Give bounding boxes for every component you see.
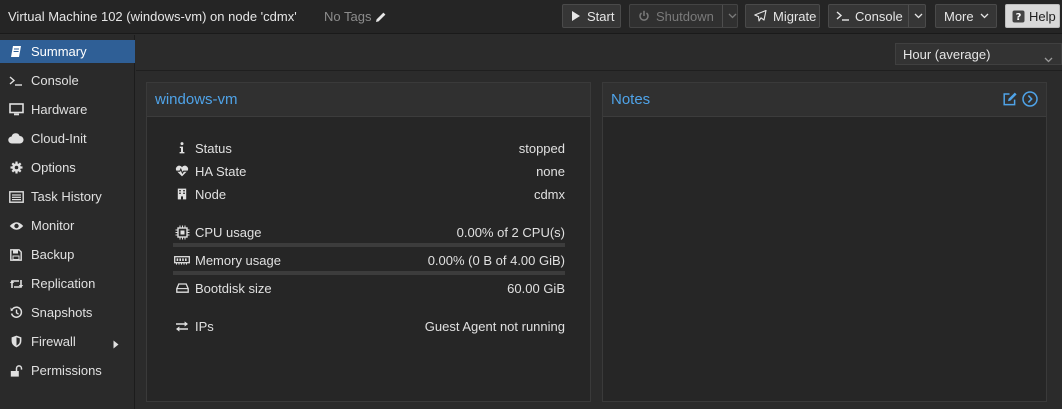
cpu-usage-bar xyxy=(173,243,565,247)
start-button[interactable]: Start xyxy=(562,4,621,28)
eye-icon xyxy=(8,221,24,231)
chevron-down-icon xyxy=(728,13,737,19)
console-menu-trigger[interactable] xyxy=(907,5,928,27)
panel-title: Notes xyxy=(611,91,651,108)
shield-icon xyxy=(8,335,24,348)
panel-title: windows-vm xyxy=(155,91,238,108)
sidebar-item-backup[interactable]: Backup xyxy=(0,243,135,266)
chevron-down-icon xyxy=(980,13,989,19)
node-value: cdmx xyxy=(533,186,565,202)
tags-label: No Tags xyxy=(324,9,372,24)
floppy-icon xyxy=(8,248,24,261)
tags-editor[interactable]: No Tags xyxy=(324,9,387,24)
sidebar-item-monitor[interactable]: Monitor xyxy=(0,214,135,237)
vm-title: Virtual Machine 102 (windows-vm) on node… xyxy=(8,9,297,24)
chevron-down-icon xyxy=(1044,51,1053,66)
bootdisk-value: 60.00 GiB xyxy=(507,280,565,296)
unlock-icon xyxy=(8,364,24,377)
sidebar-item-replication[interactable]: Replication xyxy=(0,272,135,295)
heartbeat-icon xyxy=(173,165,191,177)
timeframe-select[interactable]: Hour (average) xyxy=(895,43,1062,65)
collapse-toggle-icon[interactable] xyxy=(1022,91,1038,111)
building-icon xyxy=(173,188,191,200)
shutdown-button[interactable]: Shutdown xyxy=(629,4,738,28)
memory-icon xyxy=(173,255,191,265)
sidebar-item-summary[interactable]: Summary xyxy=(0,40,135,63)
help-button[interactable]: ? Help xyxy=(1005,4,1060,28)
migrate-button[interactable]: Migrate xyxy=(745,4,820,28)
sidebar-item-permissions[interactable]: Permissions xyxy=(0,359,135,382)
notes-panel: Notes xyxy=(602,82,1047,402)
terminal-icon xyxy=(836,11,850,21)
sidebar-item-cloud-init[interactable]: Cloud-Init xyxy=(0,127,135,150)
monitor-icon xyxy=(8,103,24,116)
book-icon xyxy=(8,45,24,58)
top-bar: Virtual Machine 102 (windows-vm) on node… xyxy=(0,0,1062,34)
chevron-down-icon xyxy=(914,13,923,19)
bootdisk-row: Bootdisk size 60.00 GiB xyxy=(173,279,565,297)
gear-icon xyxy=(8,161,24,174)
status-panel: windows-vm Status stopped HA State none … xyxy=(146,82,591,402)
cpu-usage-row: CPU usage 0.00% of 2 CPU(s) xyxy=(173,223,565,241)
notes-body[interactable] xyxy=(603,117,1046,401)
status-panel-header: windows-vm xyxy=(147,83,590,117)
more-button[interactable]: More xyxy=(935,4,997,28)
notes-panel-header: Notes xyxy=(603,83,1046,117)
paper-plane-icon xyxy=(754,10,767,22)
retweet-icon xyxy=(8,278,24,290)
sidebar: Summary Console Hardware Cloud-Init Opti… xyxy=(0,35,135,409)
status-value: stopped xyxy=(518,140,565,156)
sidebar-item-console[interactable]: Console xyxy=(0,69,135,92)
history-icon xyxy=(8,306,24,319)
pencil-icon[interactable] xyxy=(375,11,387,23)
memory-usage-value: 0.00% (0 B of 4.00 GiB) xyxy=(427,252,565,268)
play-icon xyxy=(571,10,581,22)
sidebar-item-options[interactable]: Options xyxy=(0,156,135,179)
sidebar-item-task-history[interactable]: Task History xyxy=(0,185,135,208)
exchange-icon xyxy=(173,320,191,332)
sidebar-item-hardware[interactable]: Hardware xyxy=(0,98,135,121)
terminal-icon xyxy=(8,75,24,86)
ips-value: Guest Agent not running xyxy=(424,318,565,334)
microchip-icon xyxy=(173,225,191,240)
question-icon: ? xyxy=(1012,10,1025,23)
status-row: Status stopped xyxy=(173,139,565,157)
sidebar-item-firewall[interactable]: Firewall xyxy=(0,330,135,353)
console-button[interactable]: Console xyxy=(828,4,926,28)
memory-usage-bar xyxy=(173,271,565,275)
cpu-usage-value: 0.00% of 2 CPU(s) xyxy=(456,224,565,240)
power-off-icon xyxy=(638,10,650,22)
edit-icon[interactable] xyxy=(1003,92,1018,110)
ha-state-value: none xyxy=(536,163,565,179)
ips-row: IPs Guest Agent not running xyxy=(173,317,565,335)
svg-text:?: ? xyxy=(1016,12,1022,23)
hdd-icon xyxy=(173,283,191,293)
node-row: Node cdmx xyxy=(173,185,565,203)
ha-state-row: HA State none xyxy=(173,162,565,180)
sidebar-item-snapshots[interactable]: Snapshots xyxy=(0,301,135,324)
info-icon xyxy=(173,142,191,154)
cloud-icon xyxy=(8,133,24,144)
memory-usage-row: Memory usage 0.00% (0 B of 4.00 GiB) xyxy=(173,251,565,269)
expand-arrow-icon[interactable] xyxy=(113,337,119,352)
list-icon xyxy=(8,190,24,203)
shutdown-menu-trigger[interactable] xyxy=(721,5,742,27)
